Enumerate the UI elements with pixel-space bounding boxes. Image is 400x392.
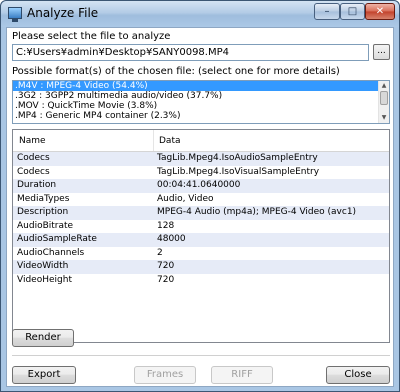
browse-button[interactable]: ... bbox=[373, 44, 390, 60]
column-divider[interactable] bbox=[153, 130, 154, 151]
table-row[interactable]: Codecs TagLib.Mpeg4.IsoVisualSampleEntry bbox=[13, 166, 389, 180]
row-data: Audio, Video bbox=[157, 193, 214, 204]
row-name: VideoWidth bbox=[17, 261, 69, 271]
table-row[interactable]: AudioBitrate 128 bbox=[13, 220, 389, 234]
table-row[interactable]: Codecs TagLib.Mpeg4.IsoAudioSampleEntry bbox=[13, 152, 389, 166]
table-row[interactable]: VideoHeight 720 bbox=[13, 274, 389, 288]
format-item[interactable]: .MOV : QuickTime Movie (3.8%) bbox=[13, 101, 389, 111]
row-data: TagLib.Mpeg4.IsoAudioSampleEntry bbox=[157, 153, 318, 163]
analyze-file-window: Analyze File – □ ✕ Please select the fil… bbox=[0, 0, 400, 392]
row-data: TagLib.Mpeg4.IsoVisualSampleEntry bbox=[157, 166, 320, 177]
window-title: Analyze File bbox=[27, 6, 99, 20]
table-row[interactable]: AudioSampleRate 48000 bbox=[13, 233, 389, 247]
row-data: 128 bbox=[157, 220, 175, 231]
row-data: 2 bbox=[157, 247, 163, 258]
file-prompt-label: Please select the file to analyze bbox=[12, 31, 171, 42]
row-name: VideoHeight bbox=[17, 274, 72, 285]
table-row[interactable]: VideoWidth 720 bbox=[13, 260, 389, 274]
formats-listbox[interactable]: .M4V : MPEG-4 Video (54.4%) .3G2 : 3GPP2… bbox=[12, 80, 390, 124]
title-bar[interactable]: Analyze File – □ ✕ bbox=[1, 1, 399, 27]
format-item[interactable]: .3G2 : 3GPP2 multimedia audio/video (37.… bbox=[13, 91, 389, 101]
divider bbox=[12, 355, 390, 356]
frames-button[interactable]: Frames bbox=[134, 366, 196, 384]
table-row[interactable]: MediaTypes Audio, Video bbox=[13, 193, 389, 207]
row-name: AudioSampleRate bbox=[17, 234, 97, 244]
table-row[interactable]: AudioChannels 2 bbox=[13, 247, 389, 261]
column-header-name[interactable]: Name bbox=[19, 136, 46, 146]
export-button[interactable]: Export bbox=[12, 366, 76, 384]
scroll-thumb[interactable] bbox=[380, 91, 388, 105]
row-name: MediaTypes bbox=[17, 193, 70, 204]
row-name: Description bbox=[17, 207, 69, 217]
scroll-up-icon[interactable]: ▲ bbox=[379, 81, 389, 91]
row-name: Codecs bbox=[17, 153, 50, 163]
close-window-button[interactable]: ✕ bbox=[365, 3, 395, 20]
format-item[interactable]: .M4V : MPEG-4 Video (54.4%) bbox=[13, 81, 389, 91]
row-data: 720 bbox=[157, 261, 175, 271]
row-data: 48000 bbox=[157, 234, 186, 244]
row-name: Codecs bbox=[17, 166, 50, 177]
row-name: Duration bbox=[17, 180, 57, 190]
render-button[interactable]: Render bbox=[12, 329, 74, 347]
monitor-icon bbox=[8, 7, 22, 22]
details-table: Name Data Codecs TagLib.Mpeg4.IsoAudioSam… bbox=[12, 129, 390, 343]
maximize-button[interactable]: □ bbox=[340, 3, 365, 20]
format-item[interactable]: .MP4 : Generic MP4 container (2.3%) bbox=[13, 111, 389, 121]
table-header: Name Data bbox=[13, 130, 389, 152]
file-path-input[interactable]: C:¥Users¥admin¥Desktop¥SANY0098.MP4 bbox=[12, 44, 369, 61]
close-button[interactable]: Close bbox=[326, 366, 390, 384]
row-data: MPEG-4 Audio (mp4a); MPEG-4 Video (avc1) bbox=[157, 207, 357, 217]
row-data: 720 bbox=[157, 274, 175, 285]
table-row[interactable]: Description MPEG-4 Audio (mp4a); MPEG-4 V… bbox=[13, 206, 389, 220]
table-row[interactable]: Duration 00:04:41.0640000 bbox=[13, 179, 389, 193]
formats-scrollbar[interactable]: ▲ ▼ bbox=[378, 81, 389, 123]
formats-prompt-label: Possible format(s) of the chosen file: (… bbox=[12, 66, 340, 77]
column-header-data[interactable]: Data bbox=[159, 136, 181, 146]
scroll-down-icon[interactable]: ▼ bbox=[379, 113, 389, 123]
row-data: 00:04:41.0640000 bbox=[157, 180, 241, 190]
minimize-button[interactable]: – bbox=[314, 3, 340, 20]
dialog-body: Please select the file to analyze C:¥Use… bbox=[6, 27, 394, 387]
row-name: AudioBitrate bbox=[17, 220, 74, 231]
row-name: AudioChannels bbox=[17, 247, 85, 258]
riff-button[interactable]: RIFF bbox=[211, 366, 273, 384]
